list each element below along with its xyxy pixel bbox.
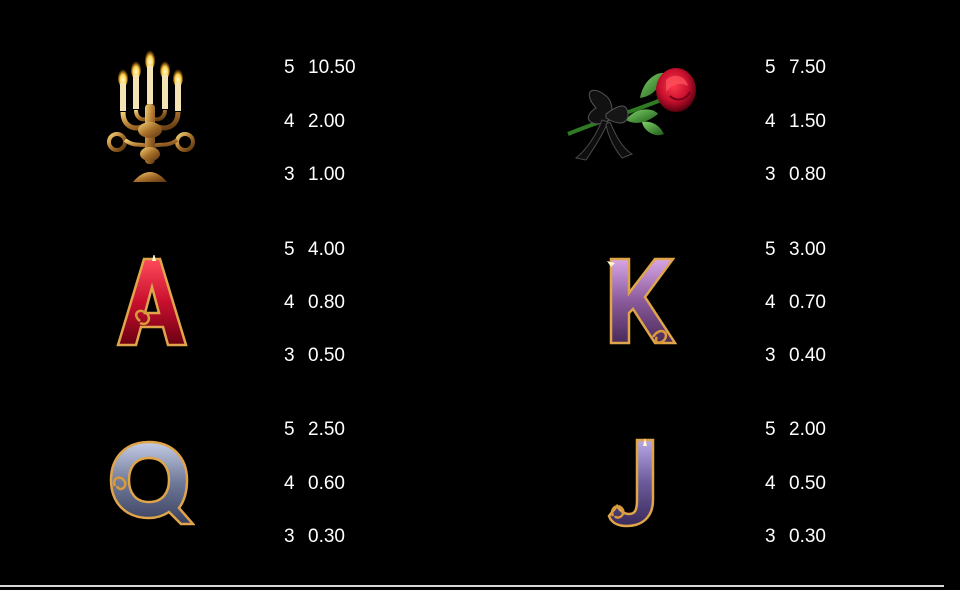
pay-count: 4 (765, 473, 776, 494)
pay-count: 3 (284, 526, 295, 547)
pay-value: 0.30 (789, 526, 826, 547)
pay-value: 0.60 (308, 473, 345, 494)
pay-count: 3 (284, 164, 295, 185)
pay-row: 4 0.60 (284, 474, 345, 494)
pay-row: 5 10.50 (284, 58, 356, 78)
pay-count: 3 (284, 345, 295, 366)
pay-row: 3 0.40 (765, 346, 826, 366)
pay-value: 0.70 (789, 292, 826, 313)
pay-count: 5 (284, 57, 295, 78)
pay-row: 4 0.80 (284, 293, 345, 313)
pay-value: 0.80 (789, 164, 826, 185)
pay-row: 5 3.00 (765, 240, 826, 260)
pay-value: 4.00 (308, 239, 345, 260)
pay-row: 4 0.70 (765, 293, 826, 313)
pay-row: 3 0.30 (765, 527, 826, 547)
pay-count: 5 (284, 239, 295, 260)
rose-symbol (562, 62, 700, 168)
pay-count: 5 (765, 419, 776, 440)
letter-q-icon (109, 440, 195, 526)
pay-count: 4 (284, 292, 295, 313)
pay-count: 5 (765, 57, 776, 78)
pay-value: 0.80 (308, 292, 345, 313)
pay-row: 3 1.00 (284, 165, 345, 185)
pay-row: 4 2.00 (284, 112, 345, 132)
pay-count: 3 (765, 164, 776, 185)
pay-count: 4 (765, 292, 776, 313)
pay-value: 0.30 (308, 526, 345, 547)
pay-value: 0.50 (308, 345, 345, 366)
pay-value: 3.00 (789, 239, 826, 260)
pay-value: 1.50 (789, 111, 826, 132)
pay-row: 3 0.80 (765, 165, 826, 185)
letter-j-symbol (603, 436, 661, 530)
letter-q-symbol (107, 438, 195, 528)
letter-k-icon (607, 257, 678, 345)
pay-row: 5 4.00 (284, 240, 345, 260)
pay-value: 2.50 (308, 419, 345, 440)
pay-value: 1.00 (308, 164, 345, 185)
pay-value: 7.50 (789, 57, 826, 78)
letter-k-symbol (603, 255, 679, 349)
pay-count: 5 (765, 239, 776, 260)
pay-count: 5 (284, 419, 295, 440)
candelabra-icon (107, 50, 195, 182)
pay-row: 5 7.50 (765, 58, 826, 78)
pay-row: 5 2.00 (765, 420, 826, 440)
pay-row: 4 0.50 (765, 474, 826, 494)
letter-j-icon (607, 438, 655, 528)
candelabra-symbol (105, 50, 197, 188)
bottom-divider (0, 585, 944, 587)
pay-value: 10.50 (308, 57, 356, 78)
pay-value: 2.00 (308, 111, 345, 132)
pay-count: 4 (765, 111, 776, 132)
pay-row: 5 2.50 (284, 420, 345, 440)
pay-row: 4 1.50 (765, 112, 826, 132)
pay-count: 4 (284, 473, 295, 494)
pay-count: 3 (765, 345, 776, 366)
pay-value: 0.50 (789, 473, 826, 494)
pay-count: 3 (765, 526, 776, 547)
pay-row: 3 0.50 (284, 346, 345, 366)
rose-icon (567, 68, 696, 161)
letter-a-symbol (114, 255, 190, 349)
letter-a-icon (116, 255, 188, 347)
pay-row: 3 0.30 (284, 527, 345, 547)
pay-value: 0.40 (789, 345, 826, 366)
pay-value: 2.00 (789, 419, 826, 440)
pay-count: 4 (284, 111, 295, 132)
